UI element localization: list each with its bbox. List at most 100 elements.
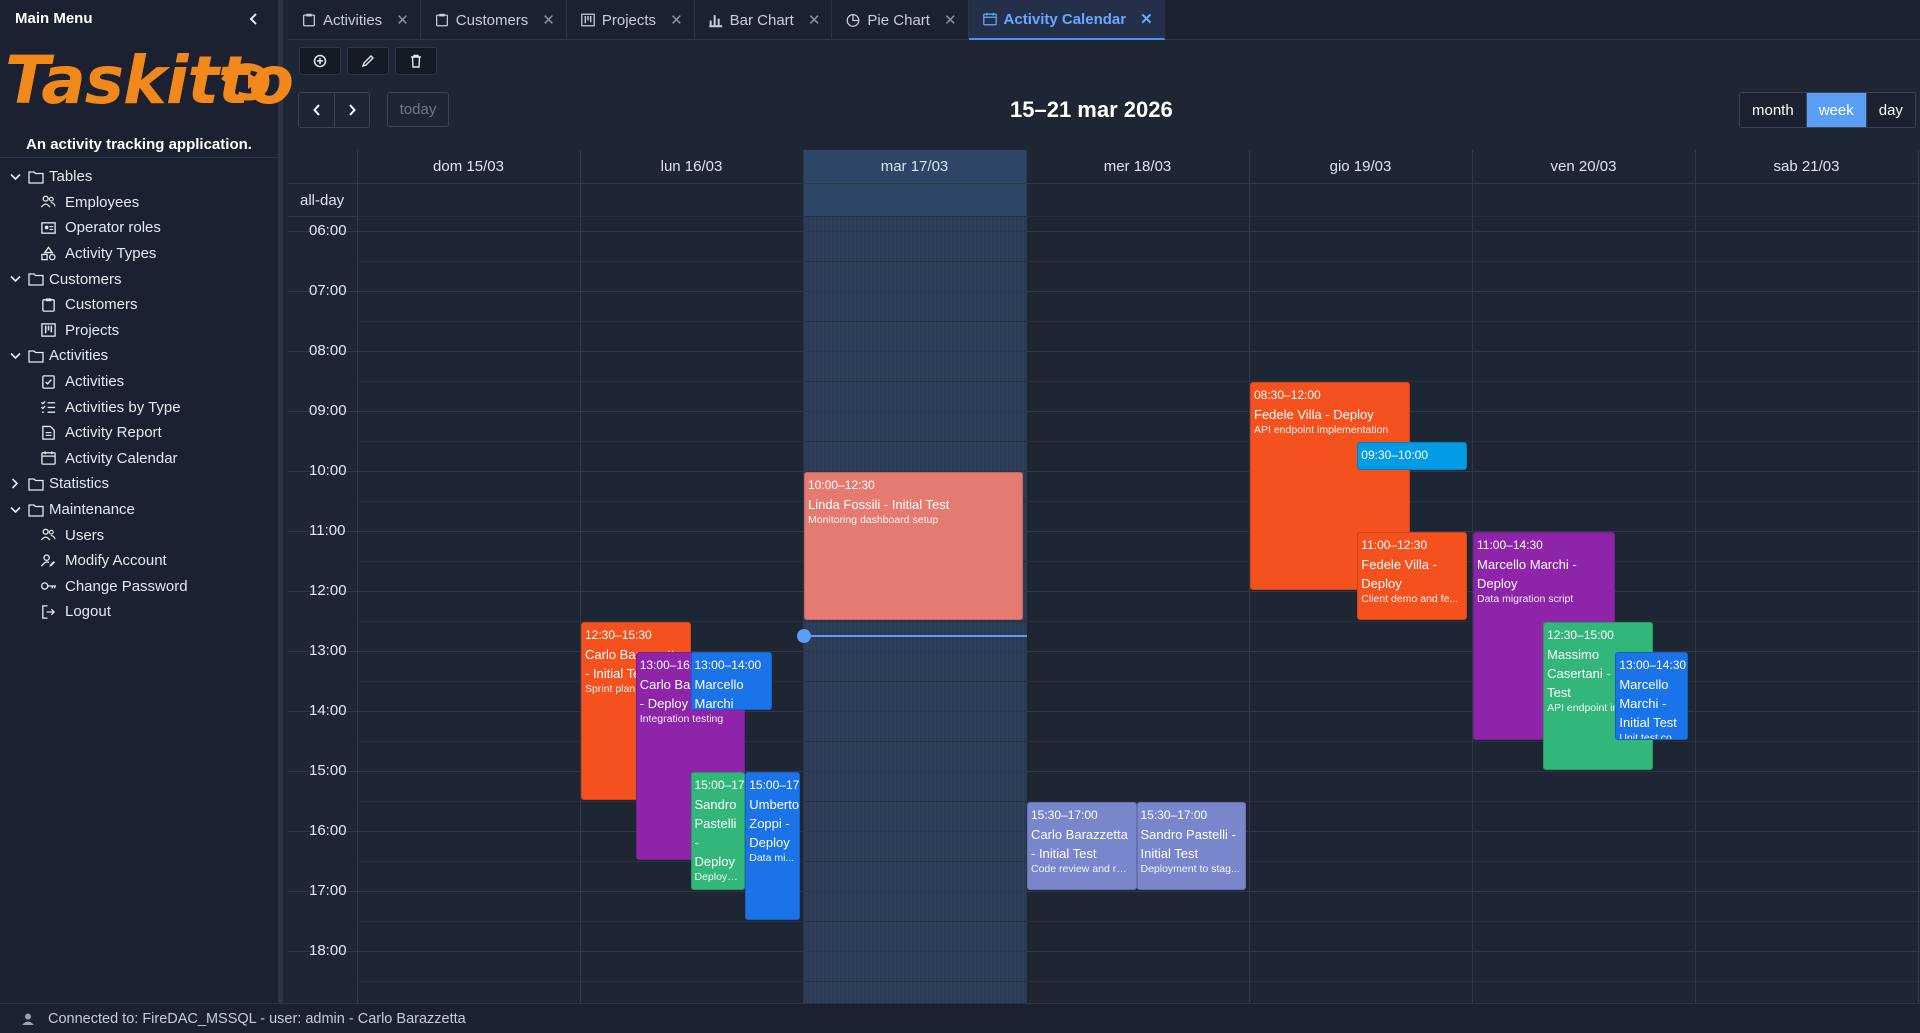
day-header-0[interactable]: dom 15/03 — [357, 150, 580, 183]
close-icon[interactable]: ✕ — [396, 11, 409, 29]
event-time: 13:00–14:00 — [694, 658, 762, 672]
close-icon[interactable]: ✕ — [944, 11, 957, 29]
today-button[interactable]: today — [387, 92, 449, 127]
menu-item-users[interactable]: Users — [0, 522, 278, 548]
half-hour-line — [357, 321, 1920, 322]
collapse-sidebar-button[interactable] — [244, 9, 264, 29]
hour-line — [288, 531, 1920, 532]
menu-item-label: Activities — [65, 373, 125, 391]
view-week-button[interactable]: week — [1805, 93, 1866, 127]
menu-group-label: Statistics — [49, 475, 110, 493]
view-month-button[interactable]: month — [1740, 93, 1806, 127]
calendar-event[interactable]: 15:00–17:00 Sandro Pastelli - Deploy Deplo… — [690, 772, 746, 890]
expander[interactable] — [8, 503, 22, 517]
add-button[interactable] — [299, 47, 341, 75]
half-hour-line — [357, 441, 1920, 442]
expander[interactable] — [8, 170, 22, 184]
tab-projects[interactable]: Projects ✕ — [567, 0, 695, 40]
menu-group-label: Customers — [49, 270, 122, 288]
day-header-1[interactable]: lun 16/03 — [580, 150, 803, 183]
folder-icon — [28, 350, 44, 363]
calendar-event[interactable]: 15:30–17:00 Carlo Barazzetta - Initial Te… — [1027, 802, 1137, 890]
hour-line — [288, 591, 1920, 592]
main-menu-sidebar: Main Menu Taskitto An activity tracking … — [0, 0, 294, 1003]
day-header-3[interactable]: mer 18/03 — [1026, 150, 1249, 183]
tab-pie-chart[interactable]: Pie Chart ✕ — [832, 0, 969, 40]
menu-item-activities[interactable]: Activities — [0, 369, 278, 395]
trash-icon — [411, 54, 421, 68]
calendar-event[interactable]: 10:00–12:30 Linda Fossili - Initial Test M… — [804, 472, 1023, 620]
folder-icon — [28, 478, 44, 491]
day-header-5[interactable]: ven 20/03 — [1472, 150, 1695, 183]
expander[interactable] — [8, 349, 22, 363]
list-check-icon — [40, 401, 56, 413]
event-title: Carlo Barazzetta - Initial Test — [1031, 827, 1128, 861]
shapes-icon — [41, 245, 56, 260]
menu-item-operator-roles[interactable]: Operator roles — [0, 215, 278, 241]
connection-status: Connected to: FireDAC_MSSQL - user: admi… — [48, 1010, 466, 1027]
event-title: Sandro Pastelli - Deploy — [694, 797, 737, 869]
view-day-button[interactable]: day — [1865, 93, 1915, 127]
chevron-down-icon — [9, 276, 21, 283]
delete-button[interactable] — [395, 47, 437, 75]
close-icon[interactable]: ✕ — [542, 11, 555, 29]
calendar-title: 15–21 mar 2026 — [1010, 97, 1173, 122]
menu-group-statistics[interactable]: Statistics — [0, 471, 278, 497]
tab-bar-chart[interactable]: Bar Chart ✕ — [695, 0, 833, 40]
menu-group-maintenance[interactable]: Maintenance — [0, 497, 278, 523]
menu-item-customers[interactable]: Customers — [0, 292, 278, 318]
calendar-event[interactable]: 13:00–14:00Marcello MarchiFeature branch — [690, 652, 772, 710]
menu-item-activity-report[interactable]: Activity Report — [0, 420, 278, 446]
kanban-icon — [41, 323, 56, 338]
event-description: Client demo and fe... — [1361, 593, 1459, 605]
user-icon — [21, 1012, 35, 1026]
menu-item-activities-by-type[interactable]: Activities by Type — [0, 394, 278, 420]
menu-item-logout[interactable]: Logout — [0, 599, 278, 625]
close-icon[interactable]: ✕ — [1140, 10, 1153, 28]
tab-activity-calendar[interactable]: Activity Calendar ✕ — [968, 0, 1165, 40]
current-time-line — [804, 635, 1027, 637]
menu-item-change-password[interactable]: Change Password — [0, 574, 278, 600]
menu-group-activities[interactable]: Activities — [0, 343, 278, 369]
expander[interactable] — [8, 272, 22, 286]
menu-group-label: Maintenance — [49, 501, 135, 519]
menu-item-employees[interactable]: Employees — [0, 190, 278, 216]
edit-button[interactable] — [347, 47, 389, 75]
menu-item-projects[interactable]: Projects — [0, 318, 278, 344]
day-header-2[interactable]: mar 17/03 — [803, 150, 1026, 183]
event-time: 09:30–10:00 — [1361, 448, 1429, 462]
menu-item-activity-types[interactable]: Activity Types — [0, 241, 278, 267]
tab-activities[interactable]: Activities ✕ — [288, 0, 421, 40]
tab-customers[interactable]: Customers ✕ — [421, 0, 567, 40]
prev-week-button[interactable] — [299, 93, 334, 127]
menu-group-tables[interactable]: Tables — [0, 164, 278, 190]
add-icon — [313, 54, 327, 68]
clipboard-icon — [42, 298, 55, 312]
menu-item-modify-account[interactable]: Modify Account — [0, 548, 278, 574]
menu-item-activity-calendar[interactable]: Activity Calendar — [0, 446, 278, 472]
tab-bar: Activities ✕ Customers ✕ Projects ✕ Bar Chart ✕… — [288, 0, 1920, 40]
close-icon[interactable]: ✕ — [670, 11, 683, 29]
half-hour-line — [357, 921, 1920, 922]
half-hour-line — [357, 261, 1920, 262]
calendar-event[interactable]: 13:00–14:30 Marcello Marchi - Initial Tes… — [1615, 652, 1688, 740]
menu-group-customers[interactable]: Customers — [0, 266, 278, 292]
clipboard-icon — [435, 13, 448, 27]
day-header-6[interactable]: sab 21/03 — [1695, 150, 1918, 183]
event-description: Monitoring dashboard setup — [808, 514, 939, 526]
hour-line — [288, 231, 1920, 232]
event-description: Data migration script — [1477, 593, 1574, 605]
calendar-event[interactable]: 15:00–17:30 Umberto Zoppi - Deploy Data mi… — [745, 772, 800, 920]
day-header-4[interactable]: gio 19/03 — [1249, 150, 1472, 183]
calendar-event[interactable]: 09:30–10:00 — [1357, 442, 1467, 470]
folder-icon — [28, 503, 44, 517]
expander[interactable] — [8, 477, 22, 491]
chevron-down-icon — [9, 173, 21, 180]
calendar-event[interactable]: 11:00–12:30 Fedele Villa - Deploy Client d… — [1357, 532, 1467, 620]
tab-label: Activities — [323, 11, 383, 29]
close-icon[interactable]: ✕ — [808, 11, 821, 29]
calendar-event[interactable]: 15:30–17:00 Sandro Pastelli - Initial Tes… — [1136, 802, 1246, 890]
hour-line — [288, 951, 1920, 952]
next-week-button[interactable] — [334, 93, 369, 127]
time-label: 08:00 — [309, 342, 347, 359]
